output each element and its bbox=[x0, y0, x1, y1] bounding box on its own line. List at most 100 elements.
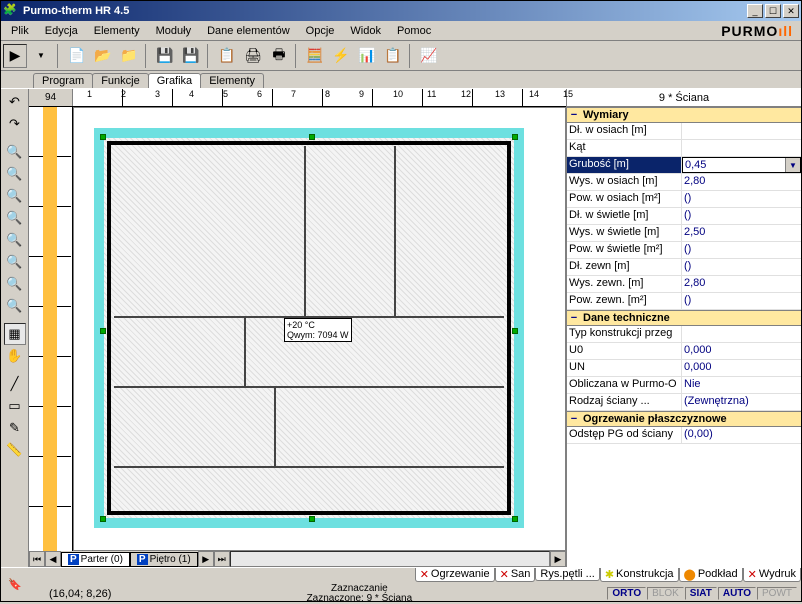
scroll-first-icon[interactable]: ⏮ bbox=[29, 551, 45, 567]
open-file-icon[interactable]: 📂 bbox=[91, 44, 115, 68]
inner-wall[interactable] bbox=[114, 386, 504, 388]
new-file-icon[interactable]: 📄 bbox=[65, 44, 89, 68]
property-row[interactable]: Odstęp PG od ściany(0,00) bbox=[567, 427, 801, 444]
dropdown-icon[interactable]: ▼ bbox=[29, 44, 53, 68]
pencil-icon[interactable]: ✎ bbox=[4, 417, 26, 439]
copy-icon[interactable]: 📋 bbox=[215, 44, 239, 68]
tab-program[interactable]: Program bbox=[33, 73, 93, 88]
zoom-all-icon[interactable]: 🔍 bbox=[4, 295, 26, 317]
property-row[interactable]: Dł. w osiach [m] bbox=[567, 123, 801, 140]
pointer-tool-icon[interactable]: ▶ bbox=[3, 44, 27, 68]
zoom-extents-icon[interactable]: 🔍 bbox=[4, 207, 26, 229]
redo-icon[interactable]: ↷ bbox=[4, 113, 26, 135]
menu-opcje[interactable]: Opcje bbox=[298, 23, 343, 39]
property-value[interactable] bbox=[682, 326, 801, 342]
menu-moduly[interactable]: Moduły bbox=[148, 23, 199, 39]
selection-handle[interactable] bbox=[512, 328, 518, 334]
view-tab[interactable]: Rys.pętli ... bbox=[535, 568, 599, 581]
scroll-last-icon[interactable]: ⏭ bbox=[214, 551, 230, 567]
inner-wall[interactable] bbox=[304, 146, 306, 316]
horizontal-scrollbar[interactable] bbox=[230, 551, 550, 567]
section-header[interactable]: −Ogrzewanie płaszczyznowe bbox=[567, 411, 801, 427]
selection-handle[interactable] bbox=[309, 516, 315, 522]
inner-wall[interactable] bbox=[274, 386, 276, 466]
menu-plik[interactable]: Plik bbox=[3, 23, 37, 39]
energy-icon[interactable]: ⚡ bbox=[329, 44, 353, 68]
view-tab[interactable]: ✕San bbox=[495, 568, 536, 582]
status-toggle[interactable]: POWT bbox=[757, 587, 797, 600]
section-header[interactable]: −Dane techniczne bbox=[567, 310, 801, 326]
floor-tab-pietro[interactable]: PPiętro (1) bbox=[130, 552, 198, 567]
scroll-right-icon[interactable]: ▶ bbox=[550, 551, 566, 567]
property-value[interactable]: 0,000 bbox=[682, 343, 801, 359]
property-value[interactable]: Nie bbox=[682, 377, 801, 393]
status-toggle[interactable]: ORTO bbox=[607, 587, 646, 600]
property-value[interactable]: () bbox=[682, 208, 801, 224]
status-toggle[interactable]: BLOK bbox=[647, 587, 684, 600]
inner-wall[interactable] bbox=[394, 146, 396, 316]
property-value[interactable]: (0,00) bbox=[682, 427, 801, 443]
property-row[interactable]: Typ konstrukcji przeg bbox=[567, 326, 801, 343]
property-row[interactable]: Wys. zewn. [m]2,80 bbox=[567, 276, 801, 293]
property-row[interactable]: Dł. w świetle [m]() bbox=[567, 208, 801, 225]
scroll-next-icon[interactable]: ▶ bbox=[198, 551, 214, 567]
property-value[interactable]: 2,50 bbox=[682, 225, 801, 241]
undo-icon[interactable]: ↶ bbox=[4, 91, 26, 113]
inner-wall[interactable] bbox=[244, 316, 246, 386]
property-value[interactable]: 0,000 bbox=[682, 360, 801, 376]
property-value[interactable]: 0,45 bbox=[682, 157, 801, 173]
menu-pomoc[interactable]: Pomoc bbox=[389, 23, 439, 39]
tab-grafika[interactable]: Grafika bbox=[148, 73, 201, 88]
save-icon[interactable]: 💾 bbox=[153, 44, 177, 68]
property-value[interactable]: (Zewnętrzna) bbox=[682, 394, 801, 410]
property-value[interactable]: 2,80 bbox=[682, 174, 801, 190]
view-tab[interactable]: ✕Ogrzewanie bbox=[415, 568, 495, 582]
property-row[interactable]: Pow. w świetle [m²]() bbox=[567, 242, 801, 259]
property-value[interactable]: () bbox=[682, 293, 801, 309]
rect-icon[interactable]: ▭ bbox=[4, 395, 26, 417]
floor-tab-parter[interactable]: PParter (0) bbox=[61, 552, 130, 567]
drawing-canvas[interactable]: +20 °C Qwym: 7094 W bbox=[73, 107, 566, 551]
preview-icon[interactable]: 🖶 bbox=[267, 44, 291, 68]
line-icon[interactable]: ╱ bbox=[4, 373, 26, 395]
zoom-out-icon[interactable]: 🔍 bbox=[4, 163, 26, 185]
property-row[interactable]: UN0,000 bbox=[567, 360, 801, 377]
property-row[interactable]: Rodzaj ściany ...(Zewnętrzna) bbox=[567, 394, 801, 411]
view-tab[interactable]: ⬤Podkład bbox=[679, 568, 743, 582]
status-toggle[interactable]: AUTO bbox=[718, 587, 756, 600]
property-row[interactable]: Pow. zewn. [m²]() bbox=[567, 293, 801, 310]
property-row[interactable]: U00,000 bbox=[567, 343, 801, 360]
tab-elementy[interactable]: Elementy bbox=[200, 73, 264, 88]
close-button[interactable]: ✕ bbox=[783, 4, 799, 18]
zoom-prev-icon[interactable]: 🔍 bbox=[4, 251, 26, 273]
table-icon[interactable]: 📊 bbox=[355, 44, 379, 68]
zoom-in-icon[interactable]: 🔍 bbox=[4, 141, 26, 163]
chart-icon[interactable]: 📈 bbox=[417, 44, 441, 68]
selection-handle[interactable] bbox=[512, 134, 518, 140]
zoom-window-icon[interactable]: 🔍 bbox=[4, 185, 26, 207]
property-value[interactable] bbox=[682, 123, 801, 139]
folder-icon[interactable]: 📁 bbox=[117, 44, 141, 68]
collapse-icon[interactable]: − bbox=[569, 312, 579, 324]
property-value[interactable]: 2,80 bbox=[682, 276, 801, 292]
calc-icon[interactable]: 🧮 bbox=[303, 44, 327, 68]
menu-edycja[interactable]: Edycja bbox=[37, 23, 86, 39]
selection-handle[interactable] bbox=[309, 134, 315, 140]
property-row[interactable]: Wys. w osiach [m]2,80 bbox=[567, 174, 801, 191]
property-value[interactable]: () bbox=[682, 242, 801, 258]
menu-widok[interactable]: Widok bbox=[342, 23, 389, 39]
property-row[interactable]: Kąt bbox=[567, 140, 801, 157]
property-row[interactable]: Grubość [m]0,45 bbox=[567, 157, 801, 174]
zoom-sel-icon[interactable]: 🔍 bbox=[4, 273, 26, 295]
inner-wall[interactable] bbox=[114, 466, 504, 468]
minimize-button[interactable]: _ bbox=[747, 4, 763, 18]
selection-handle[interactable] bbox=[100, 328, 106, 334]
maximize-button[interactable]: ☐ bbox=[765, 4, 781, 18]
status-toggle[interactable]: SIAT bbox=[685, 587, 717, 600]
selection-handle[interactable] bbox=[100, 134, 106, 140]
list-icon[interactable]: 📋 bbox=[381, 44, 405, 68]
print-icon[interactable]: 🖨 bbox=[241, 44, 265, 68]
property-row[interactable]: Obliczana w Purmo-ONie bbox=[567, 377, 801, 394]
tab-funkcje[interactable]: Funkcje bbox=[92, 73, 149, 88]
measure-icon[interactable]: 📏 bbox=[4, 439, 26, 461]
